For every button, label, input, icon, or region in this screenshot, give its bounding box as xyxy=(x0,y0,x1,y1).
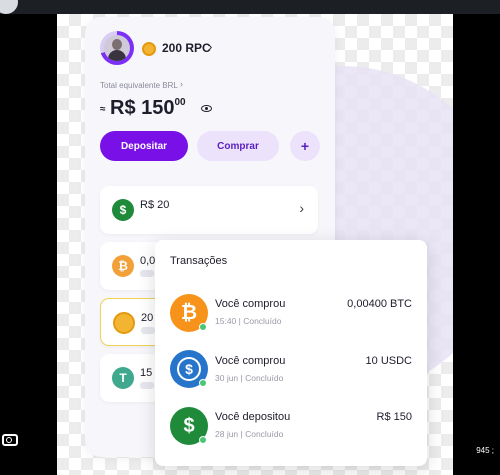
tether-icon: T xyxy=(112,367,134,389)
approx-symbol: ≈ xyxy=(100,104,106,115)
camera-icon[interactable] xyxy=(2,430,22,448)
window-control[interactable] xyxy=(0,0,18,14)
asset-text: 15 xyxy=(140,367,153,379)
status-dot xyxy=(199,323,207,331)
equivalent-label: Total equivalente BRL xyxy=(100,81,178,90)
total-balance: R$ 15000 xyxy=(110,97,186,119)
asset-bar xyxy=(140,270,154,277)
bitcoin-icon: ₿ xyxy=(112,255,134,277)
more-actions-button[interactable]: + xyxy=(290,131,320,161)
corner-label: 945 ; xyxy=(476,446,494,455)
transactions-panel: Transações ₿ Você comprou 15:40 | Conclu… xyxy=(155,240,427,466)
transactions-title: Transações xyxy=(170,255,228,267)
asset-text: 0,0 xyxy=(140,255,156,267)
transaction-amount: R$ 150 xyxy=(376,411,412,423)
asset-bar xyxy=(141,327,155,334)
rpc-coin-icon xyxy=(142,42,156,56)
status-dot xyxy=(199,436,207,444)
user-avatar[interactable] xyxy=(100,31,134,65)
transaction-subtitle: 30 jun | Concluído xyxy=(215,373,284,383)
transaction-title: Você comprou xyxy=(215,298,286,310)
asset-text: 20 xyxy=(141,312,154,324)
buy-button[interactable]: Comprar xyxy=(197,131,279,161)
transaction-subtitle: 28 jun | Concluído xyxy=(215,429,284,439)
asset-text: R$ 20 xyxy=(140,199,170,211)
rpc-coin-icon xyxy=(113,312,135,334)
chevron-right-icon[interactable]: › xyxy=(180,79,183,89)
balance-cents: 00 xyxy=(174,97,186,108)
transaction-title: Você depositou xyxy=(215,411,291,423)
transaction-subtitle: 15:40 | Concluído xyxy=(215,316,282,326)
chevron-right-icon[interactable]: › xyxy=(208,39,212,54)
screenshot-canvas: 200 RPC › Total equivalente BRL › ≈ R$ 1… xyxy=(57,14,453,475)
dollar-icon: $ xyxy=(112,199,134,221)
chevron-right-icon[interactable]: › xyxy=(299,200,304,216)
status-dot xyxy=(199,379,207,387)
eye-icon[interactable] xyxy=(201,105,212,112)
rpc-balance[interactable]: 200 RPC xyxy=(162,41,211,55)
transaction-amount: 10 USDC xyxy=(365,355,412,367)
asset-row-brl[interactable]: $ R$ 20 › xyxy=(100,186,318,234)
transaction-title: Você comprou xyxy=(215,355,286,367)
deposit-button[interactable]: Depositar xyxy=(100,131,188,161)
transaction-amount: 0,00400 BTC xyxy=(347,298,412,310)
browser-top-bar xyxy=(0,0,500,14)
asset-bar xyxy=(140,382,154,389)
